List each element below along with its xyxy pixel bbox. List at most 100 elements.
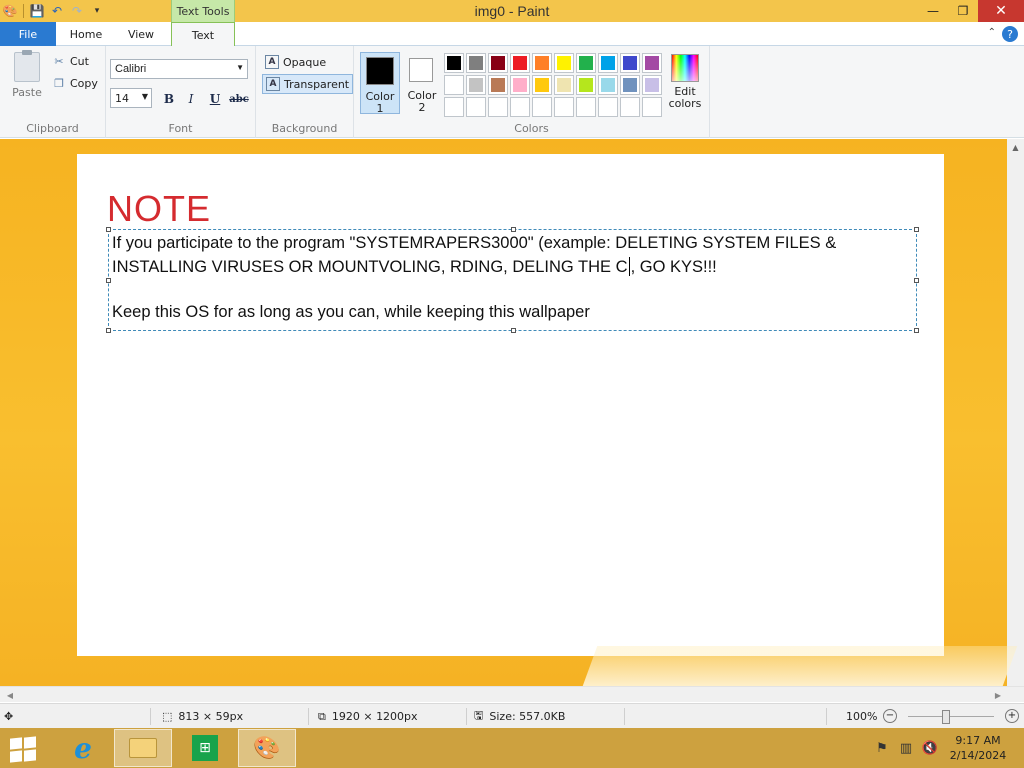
copy-label: Copy <box>70 76 98 90</box>
resize-handle-br[interactable] <box>914 328 919 333</box>
scroll-up-icon[interactable]: ▲ <box>1007 139 1024 155</box>
window-controls: — ❐ ✕ <box>918 0 1024 22</box>
help-icon[interactable]: ? <box>1002 26 1018 42</box>
palette-swatch[interactable] <box>488 53 508 73</box>
palette-swatch-empty[interactable] <box>598 97 618 117</box>
transparent-button[interactable]: A Transparent <box>262 74 354 94</box>
palette-swatch-fill <box>579 100 593 114</box>
taskbar-paint[interactable]: 🎨 <box>238 729 296 767</box>
restore-button[interactable]: ❐ <box>948 0 978 22</box>
vertical-scrollbar[interactable]: ▲ <box>1007 139 1024 686</box>
palette-swatch-empty[interactable] <box>466 97 486 117</box>
edit-colors-label: Edit colors <box>668 85 702 110</box>
font-group-label: Font <box>168 122 193 135</box>
palette-swatch-empty[interactable] <box>620 97 640 117</box>
zoom-slider-thumb[interactable] <box>941 710 950 724</box>
scroll-right-icon[interactable]: ▶ <box>990 687 1006 703</box>
tab-file[interactable]: File <box>0 22 56 46</box>
palette-swatch-empty[interactable] <box>510 97 530 117</box>
color2-button[interactable]: Color 2 <box>404 52 440 114</box>
taskbar-store[interactable]: ⊞ <box>176 729 234 767</box>
font-family-select[interactable]: Calibri ▼ <box>110 59 248 79</box>
palette-swatch[interactable] <box>620 53 640 73</box>
palette-swatch-fill <box>447 78 461 92</box>
palette-swatch-empty[interactable] <box>554 97 574 117</box>
ribbon-tabs: File Home View Text ⌃ ? <box>0 22 1024 47</box>
action-center-flag-icon[interactable]: ⚑ <box>874 740 890 756</box>
resize-handle-bottom[interactable] <box>511 328 516 333</box>
palette-swatch-empty[interactable] <box>488 97 508 117</box>
palette-swatch[interactable] <box>510 53 530 73</box>
zoom-slider-track[interactable] <box>908 716 994 717</box>
taskbar-file-explorer[interactable] <box>114 729 172 767</box>
horizontal-scrollbar[interactable]: ◀ ▶ <box>0 686 1024 702</box>
start-button[interactable] <box>8 736 38 763</box>
resize-handle-tl[interactable] <box>106 227 111 232</box>
tab-view[interactable]: View <box>116 22 166 46</box>
paste-button[interactable]: Paste <box>8 50 46 99</box>
palette-swatch[interactable] <box>576 53 596 73</box>
palette-swatch-empty[interactable] <box>642 97 662 117</box>
colors-group-label: Colors <box>514 122 549 135</box>
bold-button[interactable]: B <box>160 90 178 108</box>
color1-button[interactable]: Color 1 <box>360 52 400 115</box>
palette-swatch[interactable] <box>466 53 486 73</box>
palette-swatch[interactable] <box>576 75 596 95</box>
palette-swatch[interactable] <box>488 75 508 95</box>
taskbar-internet-explorer[interactable]: e <box>54 729 112 767</box>
palette-swatch[interactable] <box>642 75 662 95</box>
chevron-up-icon[interactable]: ⌃ <box>988 27 996 38</box>
resize-handle-top[interactable] <box>511 227 516 232</box>
palette-swatch-empty[interactable] <box>532 97 552 117</box>
status-separator <box>624 708 625 725</box>
resize-handle-left[interactable] <box>106 278 111 283</box>
palette-swatch[interactable] <box>510 75 530 95</box>
canvas[interactable]: NOTE If you participate to the program "… <box>77 154 944 656</box>
palette-swatch[interactable] <box>620 75 640 95</box>
copy-button[interactable]: ❐ Copy <box>52 74 98 92</box>
selection-size-value: 813 × 59px <box>178 710 244 723</box>
tab-text[interactable]: Text <box>171 22 235 47</box>
font-size-select[interactable]: 14 ▼ <box>110 88 152 108</box>
system-clock[interactable]: 9:17 AM 2/14/2024 <box>948 733 1008 763</box>
palette-swatch-fill <box>623 78 637 92</box>
internet-explorer-icon: e <box>74 731 92 765</box>
palette-swatch-fill <box>469 56 483 70</box>
italic-button[interactable]: I <box>182 90 200 108</box>
cut-button[interactable]: ✂ Cut <box>52 52 89 70</box>
palette-swatch[interactable] <box>532 53 552 73</box>
minimize-button[interactable]: — <box>918 0 948 22</box>
strikethrough-button[interactable]: abc <box>228 90 250 108</box>
palette-swatch[interactable] <box>554 53 574 73</box>
cursor-position-icon: ✥ <box>4 710 14 723</box>
background-group-label: Background <box>271 122 338 135</box>
palette-swatch-empty[interactable] <box>576 97 596 117</box>
clipboard-icon <box>14 50 40 82</box>
text-box-selection[interactable]: If you participate to the program "SYSTE… <box>106 227 919 333</box>
opaque-button[interactable]: A Opaque <box>262 52 329 72</box>
network-icon[interactable]: ▥ <box>898 740 914 756</box>
underline-button[interactable]: U <box>206 90 224 108</box>
palette-swatch-fill <box>623 56 637 70</box>
palette-swatch[interactable] <box>598 53 618 73</box>
volume-muted-icon[interactable]: 🔇 <box>922 740 938 756</box>
palette-swatch[interactable] <box>466 75 486 95</box>
scroll-left-icon[interactable]: ◀ <box>2 687 18 703</box>
edit-colors-button[interactable]: Edit colors <box>666 54 704 110</box>
background-group: A Opaque A Transparent Background <box>256 46 354 138</box>
palette-swatch[interactable] <box>554 75 574 95</box>
zoom-out-button[interactable]: − <box>883 709 897 723</box>
palette-swatch[interactable] <box>642 53 662 73</box>
palette-swatch[interactable] <box>598 75 618 95</box>
palette-swatch-empty[interactable] <box>444 97 464 117</box>
resize-handle-tr[interactable] <box>914 227 919 232</box>
close-button[interactable]: ✕ <box>978 0 1024 22</box>
drawing-workspace[interactable]: NOTE If you participate to the program "… <box>0 139 1024 686</box>
zoom-in-button[interactable]: + <box>1005 709 1019 723</box>
resize-handle-bl[interactable] <box>106 328 111 333</box>
palette-swatch[interactable] <box>444 75 464 95</box>
resize-handle-right[interactable] <box>914 278 919 283</box>
tab-home[interactable]: Home <box>58 22 114 46</box>
palette-swatch[interactable] <box>532 75 552 95</box>
palette-swatch[interactable] <box>444 53 464 73</box>
